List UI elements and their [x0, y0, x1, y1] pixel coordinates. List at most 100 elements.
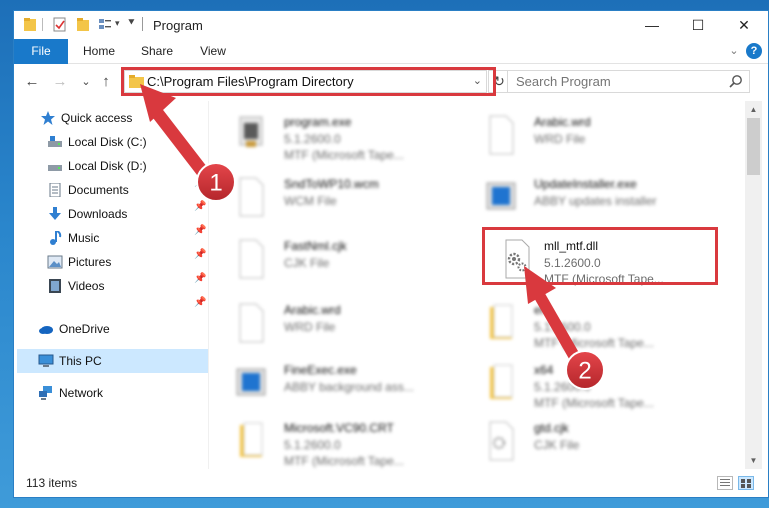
tab-home[interactable]: Home [76, 39, 122, 63]
pin-icon[interactable]: 📌 [194, 225, 206, 237]
status-bar: 113 items [14, 471, 768, 497]
file-item[interactable]: FastNml.cjk CJK File [210, 231, 450, 287]
maximize-button[interactable]: ☐ [675, 11, 721, 39]
view-options-icon[interactable] [98, 17, 112, 32]
expand-ribbon-icon[interactable]: ⌄ [726, 43, 742, 59]
folder-file-icon [240, 422, 263, 457]
pin-icon[interactable]: 📌 [194, 273, 206, 285]
file-icon [239, 177, 264, 217]
search-input[interactable] [508, 71, 726, 92]
file-list: program.exe 5.1.2600.0 MTF (Microsoft Ta… [210, 101, 744, 469]
videos-icon [49, 279, 61, 293]
navigation-pane: Quick access Local Disk (C:) Local Disk … [14, 101, 208, 469]
navigation-bar: ← → ⌄ ↑ C:\Program Files\Program Directo… [14, 64, 768, 100]
pane-divider [208, 101, 209, 469]
file-name: gtd.cjk [534, 421, 569, 435]
file-description: ABBY background ass... [284, 380, 414, 394]
documents-icon [49, 183, 61, 197]
properties-icon[interactable] [53, 17, 67, 32]
sidebar-item-label: Downloads [68, 207, 128, 221]
new-folder-icon[interactable] [76, 17, 90, 32]
pin-icon[interactable]: 📌 [194, 177, 206, 189]
file-type: WRD File [284, 320, 336, 334]
item-count: 113 items [26, 476, 78, 490]
pin-icon[interactable]: 📌 [194, 297, 206, 309]
vertical-scrollbar[interactable]: ▲ ▼ [745, 101, 762, 469]
scroll-up-icon[interactable]: ▲ [745, 101, 762, 118]
file-description: MTF (Microsoft Tape... [284, 148, 404, 162]
pin-icon[interactable]: 📌 [194, 249, 206, 261]
scroll-thumb[interactable] [747, 118, 760, 175]
file-version: 5.1.2600.0 [534, 320, 591, 334]
file-type: WRD File [534, 132, 586, 146]
pin-icon[interactable]: 📌 [194, 201, 206, 213]
customize-qa-icon[interactable]: ⯆ [127, 17, 136, 30]
sidebar-item-label: OneDrive [59, 322, 110, 336]
file-name: program.exe [284, 115, 352, 129]
qa-dropdown-icon[interactable]: ▾ [115, 18, 120, 29]
file-item[interactable]: program.exe 5.1.2600.0 MTF (Microsoft Ta… [210, 107, 450, 163]
close-button[interactable]: ✕ [721, 11, 767, 39]
file-item[interactable]: x64 5.1.2600.0 MTF (Microsoft Tape... [460, 355, 700, 411]
file-highlight-box [482, 227, 718, 285]
exe-icon [239, 116, 263, 147]
address-highlight-box [121, 67, 496, 96]
file-type: CJK File [534, 438, 580, 452]
file-name: x64 [534, 363, 554, 377]
file-name: UpdateInstaller.exe [534, 177, 637, 191]
sidebar-item-label: Local Disk (C:) [68, 135, 147, 149]
help-button[interactable]: ? [746, 43, 762, 59]
minimize-button[interactable]: — [629, 11, 675, 39]
file-item[interactable]: UpdateInstaller.exe ABBY updates install… [460, 169, 700, 225]
drive-icon [48, 165, 62, 171]
sidebar-item-label: Network [59, 386, 104, 400]
sidebar-item-label: This PC [59, 354, 102, 368]
star-icon [41, 111, 55, 125]
installer-icon [236, 368, 266, 396]
music-icon [50, 231, 62, 245]
file-version: 5.1.2600.0 [534, 380, 591, 394]
forward-button[interactable]: → [50, 72, 70, 92]
drive-icon [48, 136, 62, 147]
file-description: MTF (Microsoft Tape... [534, 336, 654, 350]
window-title: Program [153, 18, 203, 33]
scroll-down-icon[interactable]: ▼ [745, 452, 762, 469]
tab-view[interactable]: View [190, 39, 236, 63]
folder-file-icon [490, 364, 513, 399]
folder-icon[interactable] [23, 17, 37, 32]
explorer-window: ▾ ⯆ Program — ☐ ✕ File Home Share View ⌄… [13, 10, 769, 498]
sidebar-item-label: Quick access [61, 111, 133, 125]
file-type: WCM File [284, 194, 337, 208]
file-version: 5.1.2600.0 [284, 132, 341, 146]
tab-share[interactable]: Share [134, 39, 180, 63]
gear-file-icon [489, 421, 514, 461]
search-box[interactable] [507, 70, 750, 93]
file-description: MTF (Microsoft Tape... [534, 396, 654, 410]
file-name: FastNml.cjk [284, 239, 347, 253]
file-item[interactable]: Microsoft.VC90.CRT 5.1.2600.0 MTF (Micro… [210, 413, 450, 469]
recent-locations-button[interactable]: ⌄ [76, 72, 96, 92]
back-button[interactable]: ← [22, 72, 42, 92]
network-icon [39, 386, 52, 400]
sidebar-item-label: Videos [68, 279, 105, 293]
title-separator [142, 17, 143, 31]
file-description: MTF (Microsoft Tape... [284, 454, 404, 468]
file-item[interactable]: FineExec.exe ABBY background ass... [210, 355, 450, 411]
installer-icon [486, 182, 516, 210]
details-view-icon[interactable] [717, 476, 733, 490]
file-item[interactable]: el 5.1.2600.0 MTF (Microsoft Tape... [460, 295, 700, 351]
file-name: Arabic.wrd [534, 115, 591, 129]
file-name: Microsoft.VC90.CRT [284, 421, 394, 435]
file-name: FineExec.exe [284, 363, 357, 377]
up-button[interactable]: ↑ [96, 72, 116, 92]
file-item[interactable]: Arabic.wrd WRD File [210, 295, 450, 351]
file-description: ABBY updates installer [534, 194, 657, 208]
file-item[interactable]: SndToWP10.wcm WCM File [210, 169, 450, 225]
file-icon [239, 303, 264, 343]
search-icon[interactable] [729, 74, 743, 88]
pictures-icon [47, 255, 63, 269]
file-item[interactable]: Arabic.wrd WRD File [460, 107, 700, 163]
large-icons-view-icon[interactable] [738, 476, 754, 490]
sidebar-item-label: Pictures [68, 255, 112, 269]
file-item[interactable]: gtd.cjk CJK File [460, 413, 700, 469]
